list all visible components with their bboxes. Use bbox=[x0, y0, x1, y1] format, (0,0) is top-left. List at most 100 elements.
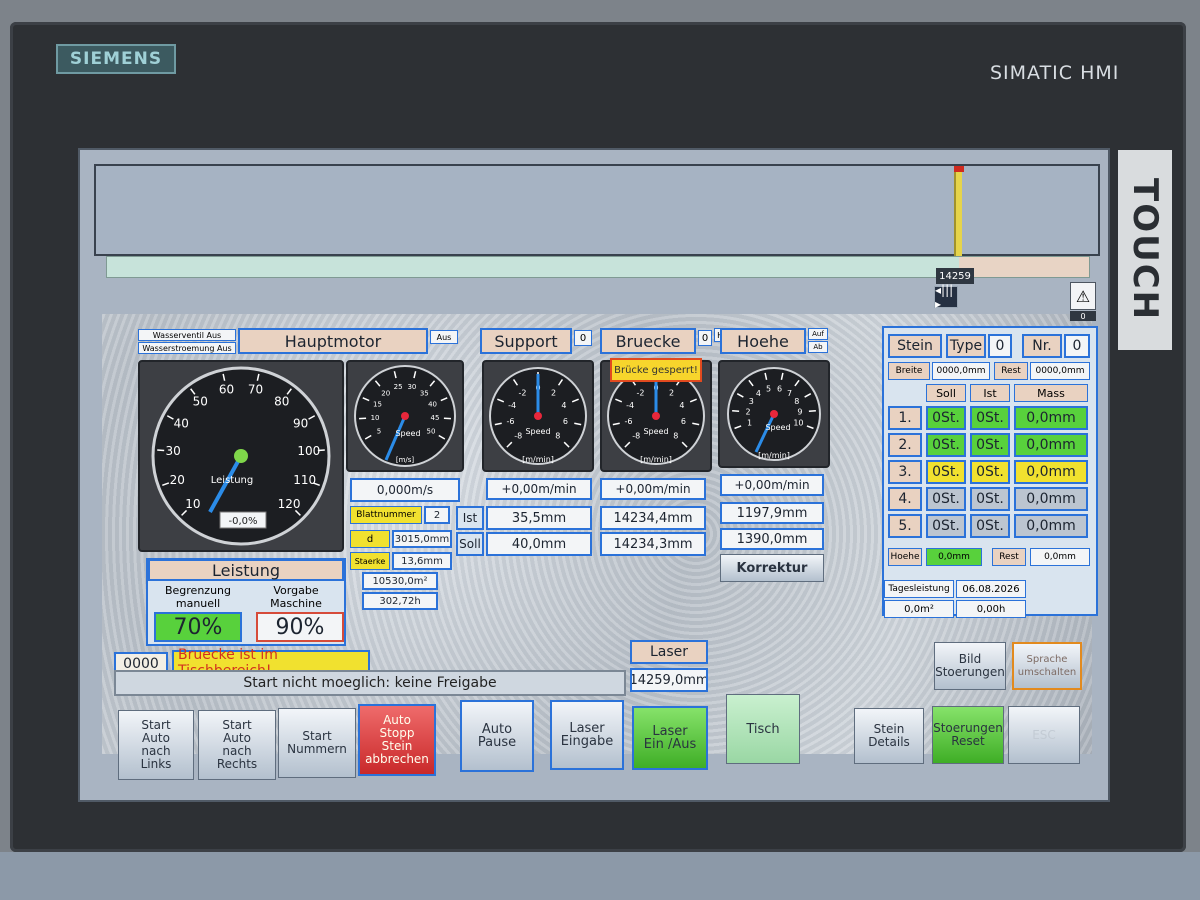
staerke-value[interactable]: 13,6mm bbox=[392, 552, 452, 570]
hoehe-ab[interactable]: Ab bbox=[808, 341, 828, 353]
gauge-label: Speed bbox=[525, 427, 550, 436]
tagesleistung-hours: 0,00h bbox=[956, 600, 1026, 618]
machine-topview bbox=[94, 164, 1100, 258]
gauge-tick-label: 8 bbox=[555, 431, 560, 440]
stein-row-ist[interactable]: 0St. bbox=[970, 406, 1010, 430]
gauge-tick-label: 8 bbox=[673, 431, 678, 440]
gauge-tick-label: 10 bbox=[185, 497, 200, 511]
stein-label: Stein bbox=[888, 334, 942, 358]
laser-eingabe-button[interactable]: Laser Eingabe bbox=[550, 700, 624, 770]
support-speed-gauge: -8-6-4-202468 Speed [m/min] bbox=[482, 360, 594, 472]
begrenzung-value[interactable]: 70% bbox=[154, 612, 242, 642]
gauge-tick-label: 100 bbox=[297, 444, 320, 458]
gauge-tick-label: 2 bbox=[669, 388, 674, 397]
vorgabe-label: Vorgabe Maschine bbox=[270, 584, 322, 610]
stein-row-index[interactable]: 2. bbox=[888, 433, 922, 457]
gauge-tick-label: 10 bbox=[371, 414, 380, 422]
rest-label: Rest bbox=[994, 362, 1028, 380]
start-nummern-button[interactable]: Start Nummern bbox=[278, 708, 356, 778]
bruecke-soll[interactable]: 14234,3mm bbox=[600, 532, 706, 556]
hauptmotor-state[interactable]: Aus bbox=[430, 330, 458, 344]
d-value[interactable]: 3015,0mm bbox=[392, 530, 452, 548]
gauge-unit: [m/s] bbox=[396, 456, 415, 464]
start-auto-links-button[interactable]: Start Auto nach Links bbox=[118, 710, 194, 780]
stein-row-soll[interactable]: 0St. bbox=[926, 514, 966, 538]
gauge-unit: [m/min] bbox=[522, 455, 554, 464]
hoehe-speed: +0,00m/min bbox=[720, 474, 824, 496]
stein-row-mass[interactable]: 0,0mm bbox=[1014, 514, 1088, 538]
stein-row-soll[interactable]: 0St. bbox=[926, 406, 966, 430]
gauge-tick-label: 40 bbox=[428, 400, 437, 408]
stein-row-ist[interactable]: 0St. bbox=[970, 514, 1010, 538]
stein-row-index[interactable]: 5. bbox=[888, 514, 922, 538]
breite-value[interactable]: 0000,0mm bbox=[932, 362, 990, 380]
stein-row-mass[interactable]: 0,0mm bbox=[1014, 460, 1088, 484]
stein-row-ist[interactable]: 0St. bbox=[970, 487, 1010, 511]
gauge-tick bbox=[808, 409, 816, 413]
support-count: 0 bbox=[574, 330, 592, 346]
stein-table-header: Ist bbox=[970, 384, 1010, 402]
gauge-tick-label: -4 bbox=[508, 401, 516, 410]
gauge-tick-label: 20 bbox=[170, 473, 185, 487]
bruecke-speed: +0,00m/min bbox=[600, 478, 706, 500]
stein-row-mass[interactable]: 0,0mm bbox=[1014, 433, 1088, 457]
gauge-unit: [m/min] bbox=[640, 455, 672, 464]
stein-row-soll[interactable]: 0St. bbox=[926, 487, 966, 511]
start-auto-rechts-button[interactable]: Start Auto nach Rechts bbox=[198, 710, 276, 780]
stein-details-button[interactable]: Stein Details bbox=[854, 708, 924, 764]
gauge-tick-label: 6 bbox=[563, 417, 568, 426]
auto-stopp-button[interactable]: Auto Stopp Stein abbrechen bbox=[358, 704, 436, 776]
korrektur-button[interactable]: Korrektur bbox=[720, 554, 824, 582]
bild-stoerungen-button[interactable]: Bild Stoerungen bbox=[934, 642, 1006, 690]
hoehe-soll[interactable]: 1390,0mm bbox=[720, 528, 824, 550]
gauge-tick-label: -6 bbox=[625, 417, 633, 426]
gauge-tick-label: 45 bbox=[430, 414, 439, 422]
stein-row-ist[interactable]: 0St. bbox=[970, 433, 1010, 457]
tagesleistung-date: 06.08.2026 bbox=[956, 580, 1026, 598]
gauge-tick-label: 80 bbox=[274, 395, 289, 409]
gauge-tick-label: 8 bbox=[794, 397, 799, 406]
stoerungen-reset-button[interactable]: Stoerungen Reset bbox=[932, 706, 1004, 764]
support-speed: +0,00m/min bbox=[486, 478, 592, 500]
stein-rest2-label: Rest bbox=[992, 548, 1026, 566]
breite-label: Breite bbox=[888, 362, 930, 380]
stein-row-index[interactable]: 4. bbox=[888, 487, 922, 511]
rest-value[interactable]: 0000,0mm bbox=[1030, 362, 1090, 380]
slider-handle-icon[interactable]: ◂|||▸ bbox=[934, 283, 958, 311]
device-chin bbox=[0, 852, 1200, 900]
nr-value[interactable]: 0 bbox=[1064, 334, 1090, 358]
stein-row-mass[interactable]: 0,0mm bbox=[1014, 487, 1088, 511]
support-soll[interactable]: 40,0mm bbox=[486, 532, 592, 556]
stein-rest2-value[interactable]: 0,0mm bbox=[1030, 548, 1090, 566]
sprache-umschalten-button[interactable]: Sprache umschalten bbox=[1012, 642, 1082, 690]
stein-row-index[interactable]: 3. bbox=[888, 460, 922, 484]
tisch-button[interactable]: Tisch bbox=[726, 694, 800, 764]
start-status-message: Start nicht moeglich: keine Freigabe bbox=[114, 670, 626, 696]
stein-row-ist[interactable]: 0St. bbox=[970, 460, 1010, 484]
leistung-gauge: 10 20 30 40 50 60 70 80 90 100 110 120 Leistung -0,… bbox=[138, 360, 344, 552]
model-label: SIMATIC HMI bbox=[990, 62, 1120, 84]
soll-label: Soll bbox=[456, 532, 484, 556]
laser-ein-aus-button[interactable]: Laser Ein /Aus bbox=[632, 706, 708, 770]
warning-triangle-icon[interactable]: ⚠ bbox=[1070, 282, 1096, 310]
stein-row-mass[interactable]: 0,0mm bbox=[1014, 406, 1088, 430]
blattnummer-label: Blattnummer bbox=[350, 506, 422, 524]
hoehe-auf[interactable]: Auf bbox=[808, 328, 828, 340]
type-value[interactable]: 0 bbox=[988, 334, 1012, 358]
blattnummer-value[interactable]: 2 bbox=[424, 506, 450, 524]
auto-pause-button[interactable]: Auto Pause bbox=[460, 700, 534, 772]
gauge-tick-label: 4 bbox=[679, 401, 684, 410]
esc-button[interactable]: ESC bbox=[1008, 706, 1080, 764]
gauge-tick-label: 120 bbox=[278, 497, 301, 511]
stein-row-index[interactable]: 1. bbox=[888, 406, 922, 430]
ist-label: Ist bbox=[456, 506, 484, 530]
stein-hoehe-value[interactable]: 0,0mm bbox=[926, 548, 982, 566]
gauge-tick-label: -4 bbox=[626, 401, 634, 410]
gauge-label: Speed bbox=[395, 429, 420, 438]
gauge-tick-label: 9 bbox=[797, 408, 802, 417]
stein-row-soll[interactable]: 0St. bbox=[926, 460, 966, 484]
stein-row-soll[interactable]: 0St. bbox=[926, 433, 966, 457]
gauge-unit: [m/min] bbox=[758, 451, 790, 460]
hoehe-ist: 1197,9mm bbox=[720, 502, 824, 524]
stein-table-header: Mass bbox=[1014, 384, 1088, 402]
